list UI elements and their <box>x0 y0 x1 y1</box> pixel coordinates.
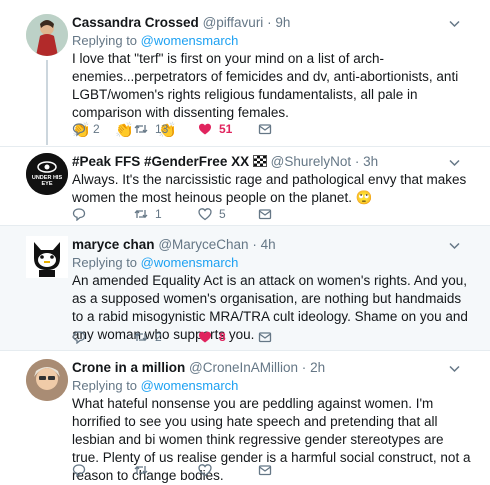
retweet-icon <box>134 332 148 342</box>
tweet-actions: 2 8 <box>72 330 332 348</box>
like-count: 5 <box>219 207 226 221</box>
timestamp[interactable]: 3h <box>363 154 378 169</box>
timestamp[interactable]: 9h <box>275 15 290 30</box>
tweet-actions: 2 13 51 <box>72 122 332 140</box>
retweet-icon <box>134 124 148 134</box>
reply-icon <box>72 331 86 344</box>
avatar[interactable] <box>26 14 68 56</box>
mention-link[interactable]: @womensmarch <box>141 255 239 270</box>
separator-dot: · <box>252 237 257 252</box>
retweet-button[interactable]: 13 <box>134 122 168 136</box>
retweet-count: 2 <box>155 330 162 344</box>
chevron-down-icon[interactable] <box>449 240 460 251</box>
like-button[interactable] <box>198 463 212 477</box>
avatar[interactable] <box>26 359 68 401</box>
envelope-icon <box>258 332 272 343</box>
chevron-down-icon[interactable] <box>449 157 460 168</box>
replying-to: Replying to @womensmarch <box>72 377 472 395</box>
mention-link[interactable]: @womensmarch <box>141 378 239 393</box>
tweet-header: Cassandra Crossed @piffavuri · 9h <box>72 14 472 32</box>
reply-button[interactable] <box>72 330 93 344</box>
retweet-button[interactable]: 2 <box>134 330 162 344</box>
retweet-button[interactable] <box>134 463 148 477</box>
tweet-peakffs[interactable]: UNDER HIS EYE #Peak FFS #GenderFree XX @… <box>0 147 490 226</box>
display-name[interactable]: Crone in a million <box>72 360 185 375</box>
retweet-count: 13 <box>155 122 169 136</box>
heart-icon <box>198 208 212 221</box>
user-handle[interactable]: @CroneInAMillion <box>189 360 298 375</box>
timestamp[interactable]: 2h <box>310 360 325 375</box>
avatar[interactable]: UNDER HIS EYE <box>26 153 68 195</box>
tweet-text: Always. It's the narcissistic rage and p… <box>72 172 467 205</box>
replying-label: Replying to <box>72 378 138 393</box>
like-button[interactable]: 8 <box>198 330 226 344</box>
thread-line <box>46 60 48 145</box>
checkered-flag-icon <box>252 155 267 167</box>
tweet-header: Crone in a million @CroneInAMillion · 2h <box>72 359 472 377</box>
separator-dot: · <box>354 154 360 169</box>
separator-dot: · <box>301 360 307 375</box>
timestamp[interactable]: 4h <box>261 237 276 252</box>
reply-button[interactable] <box>72 207 93 221</box>
like-count: 8 <box>219 330 226 344</box>
heart-icon <box>199 331 211 343</box>
envelope-icon <box>258 465 272 476</box>
reply-button[interactable] <box>72 463 86 477</box>
replying-label: Replying to <box>72 33 138 48</box>
reply-icon <box>72 123 86 136</box>
tweet-header: maryce chan @MaryceChan · 4h <box>72 236 472 254</box>
chevron-down-icon[interactable] <box>449 363 460 374</box>
reply-button[interactable]: 2 <box>72 122 100 136</box>
user-handle[interactable]: @ShurelyNot <box>271 154 352 169</box>
like-count: 51 <box>219 122 233 136</box>
tweet-actions <box>72 463 332 481</box>
envelope-icon <box>258 209 272 220</box>
avatar-text: UNDER HIS EYE <box>31 175 63 187</box>
replying-to: Replying to @womensmarch <box>72 254 472 272</box>
reply-count: 2 <box>93 122 100 136</box>
retweet-button[interactable]: 1 <box>134 207 162 221</box>
message-button[interactable] <box>258 463 272 477</box>
like-button[interactable]: 51 <box>198 122 232 136</box>
message-button[interactable] <box>258 330 272 344</box>
tweet-actions: 1 5 <box>72 207 332 225</box>
mention-link[interactable]: @womensmarch <box>141 33 239 48</box>
display-name[interactable]: maryce chan <box>72 237 155 252</box>
retweet-icon <box>134 465 148 475</box>
message-button[interactable] <box>258 122 272 136</box>
tweet-text: I love that "terf" is first on your mind… <box>72 51 459 120</box>
replying-label: Replying to <box>72 255 138 270</box>
retweet-icon <box>134 209 148 219</box>
display-name[interactable]: #Peak FFS #GenderFree XX <box>72 154 249 169</box>
retweet-count: 1 <box>155 207 162 221</box>
user-handle[interactable]: @MaryceChan <box>158 237 248 252</box>
reply-icon <box>72 464 86 477</box>
heart-icon <box>198 464 212 477</box>
display-name[interactable]: Cassandra Crossed <box>72 15 199 30</box>
avatar[interactable] <box>26 236 68 278</box>
tweet-header: #Peak FFS #GenderFree XX @ShurelyNot · 3… <box>72 153 472 171</box>
reply-icon <box>72 208 86 221</box>
user-handle[interactable]: @piffavuri <box>203 15 264 30</box>
tweet-maryce[interactable]: maryce chan @MaryceChan · 4h Replying to… <box>0 226 490 351</box>
heart-icon <box>199 123 211 135</box>
replying-to: Replying to @womensmarch <box>72 32 472 50</box>
envelope-icon <box>258 124 272 135</box>
tweet-cassandra[interactable]: Cassandra Crossed @piffavuri · 9h Replyi… <box>0 0 490 147</box>
message-button[interactable] <box>258 207 272 221</box>
chevron-down-icon[interactable] <box>449 18 460 29</box>
like-button[interactable]: 5 <box>198 207 226 221</box>
separator-dot: · <box>267 15 272 30</box>
tweet-crone[interactable]: Crone in a million @CroneInAMillion · 2h… <box>0 351 490 483</box>
